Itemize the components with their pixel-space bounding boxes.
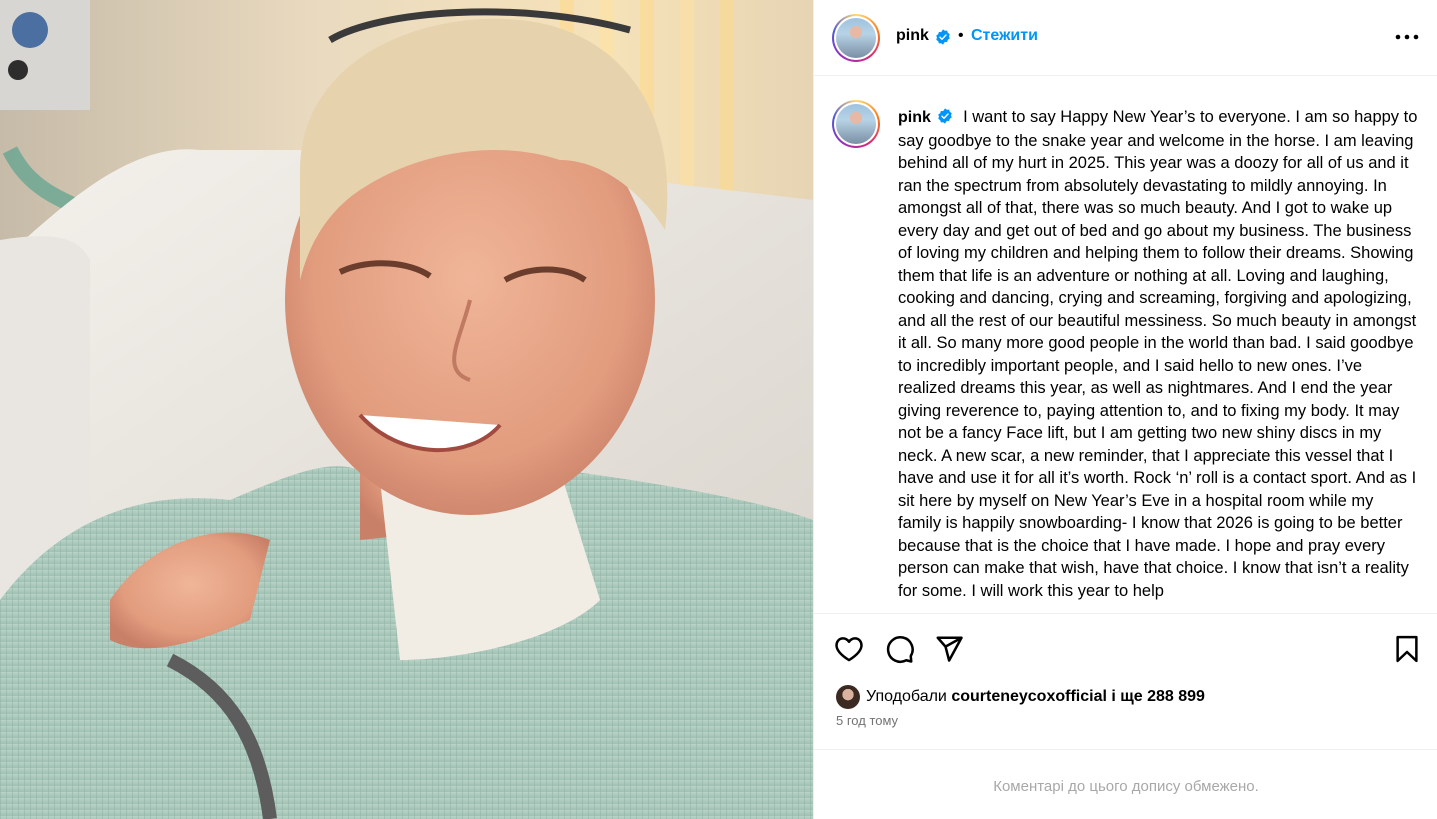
caption-author-username[interactable]: pink	[898, 109, 931, 126]
liker-avatar[interactable]	[836, 685, 860, 709]
verified-badge-icon	[936, 29, 950, 45]
likes-text: Уподобали courteneycoxofficial і ще 288 …	[866, 688, 1205, 706]
caption-author-avatar[interactable]	[832, 100, 880, 148]
caption-scroll-area[interactable]: pink I want to say Happy New Year’s to e…	[814, 77, 1437, 613]
separator-dot: •	[958, 27, 964, 44]
post-actions-section: Уподобали courteneycoxofficial і ще 288 …	[814, 613, 1437, 750]
share-icon[interactable]	[934, 634, 964, 664]
comment-icon[interactable]	[885, 634, 915, 664]
author-username[interactable]: pink	[896, 27, 929, 45]
verified-badge-icon	[938, 108, 953, 124]
post-detail-panel: pink • Стежити pink I want to say Happy …	[813, 0, 1437, 819]
heart-icon[interactable]	[834, 634, 864, 664]
hospital-selfie-image	[0, 0, 813, 819]
likes-count[interactable]: і ще 288 899	[1111, 688, 1205, 705]
liker-username[interactable]: courteneycoxofficial	[951, 688, 1107, 705]
more-horizontal-icon[interactable]	[1392, 26, 1422, 48]
comments-limited-notice: Коментарі до цього допису обмежено.	[993, 778, 1259, 795]
post-photo[interactable]	[0, 0, 813, 819]
post-caption: pink I want to say Happy New Year’s to e…	[898, 106, 1420, 602]
likes-summary: Уподобали courteneycoxofficial і ще 288 …	[836, 684, 1205, 710]
post-timestamp[interactable]: 5 год тому	[836, 713, 898, 728]
author-avatar[interactable]	[832, 14, 880, 62]
post-header: pink • Стежити	[814, 0, 1437, 76]
caption-body: I want to say Happy New Year’s to everyo…	[898, 108, 1418, 600]
follow-button[interactable]: Стежити	[971, 27, 1038, 45]
likes-prefix: Уподобали	[866, 688, 947, 705]
bookmark-icon[interactable]	[1392, 634, 1422, 664]
